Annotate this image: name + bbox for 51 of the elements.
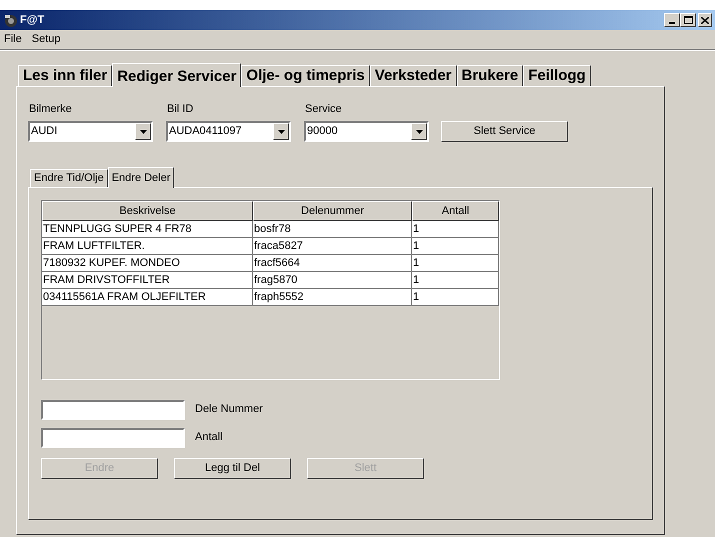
menu-item[interactable]: Setup xyxy=(32,31,60,48)
dropdown[interactable]: AUDA0411097 xyxy=(166,121,291,142)
tab[interactable]: Rediger Servicer xyxy=(112,63,242,87)
table-cell: 1 xyxy=(412,238,499,255)
table-cell: fraca5827 xyxy=(253,238,412,255)
dropdown[interactable]: 90000 xyxy=(304,121,429,142)
close-button[interactable] xyxy=(698,13,712,27)
minimize-button[interactable] xyxy=(664,13,680,27)
field-label: Service xyxy=(304,102,343,115)
input-field[interactable] xyxy=(41,428,185,448)
table-cell: bosfr78 xyxy=(253,221,412,238)
close-icon xyxy=(701,16,709,24)
slett-service-button[interactable]: Slett Service xyxy=(441,121,568,142)
sub-tab[interactable]: Endre Tid/Olje xyxy=(30,169,108,187)
tab[interactable]: Olje- og timepris xyxy=(241,65,370,86)
tab[interactable]: Verksteder xyxy=(370,65,457,86)
table-cell: TENNPLUGG SUPER 4 FR78 xyxy=(42,221,253,238)
table-cell: 7180932 KUPEF. MONDEO xyxy=(42,255,253,272)
action-button[interactable]: Legg til Del xyxy=(174,458,291,479)
dropdown-arrow-icon xyxy=(140,130,146,134)
table-cell: 1 xyxy=(412,221,499,238)
field-label: Antall xyxy=(195,430,223,445)
column-header[interactable]: Antall xyxy=(412,201,499,221)
table-cell: FRAM DRIVSTOFFILTER xyxy=(42,272,253,289)
sub-tab[interactable]: Endre Deler xyxy=(108,167,174,188)
table-cell: 034115561A FRAM OLJEFILTER xyxy=(42,289,253,306)
column-header[interactable]: Beskrivelse xyxy=(42,201,253,221)
tab[interactable]: Feillogg xyxy=(523,65,591,86)
maximize-button[interactable] xyxy=(680,13,696,27)
table-cell: 1 xyxy=(412,272,499,289)
tab[interactable]: Brukere xyxy=(456,65,524,86)
maximize-icon xyxy=(684,16,692,24)
field-label: Dele Nummer xyxy=(195,402,263,417)
table-cell: 1 xyxy=(412,289,499,306)
column-header[interactable]: Delenummer xyxy=(253,201,412,221)
menu-item[interactable]: File xyxy=(4,31,22,48)
tab[interactable]: Les inn filer xyxy=(18,65,112,86)
app-icon xyxy=(3,12,19,28)
dropdown-arrow-icon xyxy=(416,130,422,134)
input-field[interactable] xyxy=(41,400,185,420)
table-cell: fraph5552 xyxy=(253,289,412,306)
field-label: Bil ID xyxy=(166,102,194,115)
dropdown-arrow-icon xyxy=(278,130,284,134)
table-cell: 1 xyxy=(412,255,499,272)
field-label: Bilmerke xyxy=(28,102,73,115)
table-cell: frag5870 xyxy=(253,272,412,289)
dropdown[interactable]: AUDI xyxy=(28,121,153,142)
window-title: F@T xyxy=(20,12,44,28)
table-cell: FRAM LUFTFILTER. xyxy=(42,238,253,255)
table-cell: fracf5664 xyxy=(253,255,412,272)
minimize-icon xyxy=(669,22,675,24)
